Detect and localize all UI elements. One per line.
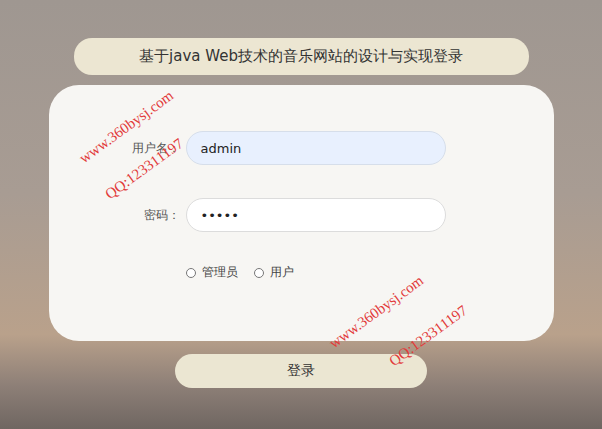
radio-icon[interactable] [254,268,264,278]
text-input[interactable]: ••••• [186,198,446,232]
role-radio[interactable]: 用户 [254,264,294,281]
watermark: www.360bysj.com [76,87,177,167]
role-group: 管理员用户 [49,264,554,281]
watermark: QQ:123311197 [102,135,187,203]
text-input[interactable]: admin [186,131,446,165]
login-button[interactable]: 登录 [175,354,427,388]
watermark: QQ:123311197 [386,302,471,370]
field-label: 密码： [49,207,186,224]
login-panel: 用户名：admin 密码：••••• 管理员用户 [49,85,554,341]
field-label: 用户名： [49,140,186,157]
watermark: www.360bysj.com [326,272,427,352]
role-radio[interactable]: 管理员 [186,264,238,281]
form-row: 密码：••••• [49,198,554,232]
radio-icon[interactable] [186,268,196,278]
login-page: 基于java Web技术的音乐网站的设计与实现登录用户名：admin密码：•••… [0,0,602,429]
form-row: 用户名：admin [49,131,554,165]
page-title: 基于java Web技术的音乐网站的设计与实现登录 [74,38,529,75]
